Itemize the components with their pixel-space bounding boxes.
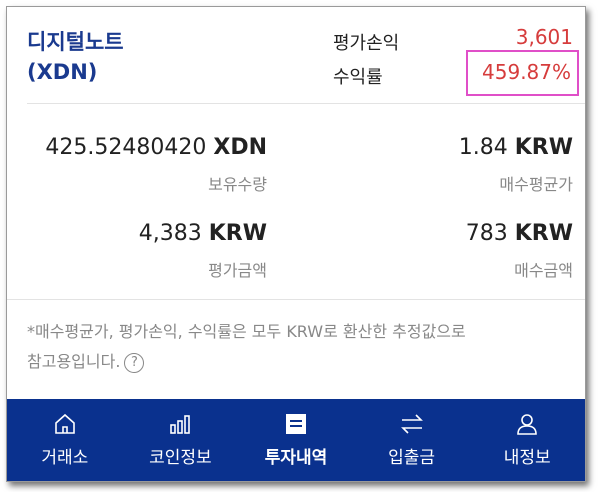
nav-item-investments[interactable]: 투자내역 <box>238 399 354 481</box>
buy-amount-amount: 783 <box>465 221 508 246</box>
nav-label-exchange: 거래소 <box>41 448 89 468</box>
divider-bottom <box>7 299 585 300</box>
eval-amount-amount: 4,383 <box>138 221 202 246</box>
nav-item-coin-info[interactable]: 코인정보 <box>123 399 239 481</box>
avg-price-label: 매수평균가 <box>499 175 573 194</box>
holdings-value: 425.52480420 XDN <box>45 135 267 160</box>
buy-amount-value: 783 KRW <box>466 221 573 246</box>
investment-detail-screen: 디지털노트 (XDN) 평가손익 3,601 수익률 459.87% 425.5… <box>6 6 586 482</box>
eval-amount-label: 평가금액 <box>208 261 267 280</box>
disclaimer-text: 참고용입니다. <box>27 352 121 371</box>
user-icon <box>515 411 539 437</box>
coin-title: 디지털노트 (XDN) <box>27 27 124 87</box>
bottom-nav: 거래소 코인정보 투자내역 입출금 내정보 <box>7 399 585 481</box>
disclaimer-line2: 참고용입니다.? <box>27 347 567 377</box>
nav-item-my-info[interactable]: 내정보 <box>469 399 585 481</box>
document-icon <box>284 411 308 437</box>
bar-chart-icon <box>168 411 192 437</box>
profit-value: 3,601 <box>515 25 573 49</box>
nav-item-exchange[interactable]: 거래소 <box>7 399 123 481</box>
buy-amount-unit: KRW <box>514 221 573 246</box>
holdings-amount: 425.52480420 <box>45 135 207 160</box>
nav-label-coin-info: 코인정보 <box>149 448 212 468</box>
disclaimer-note: *매수평균가, 평가손익, 수익률은 모두 KRW로 환산한 추정값으로 참고용… <box>27 317 567 377</box>
eval-amount-value: 4,383 KRW <box>139 221 267 246</box>
avg-price-unit: KRW <box>514 135 573 160</box>
eval-amount-unit: KRW <box>208 221 267 246</box>
buy-amount-label: 매수금액 <box>514 261 573 280</box>
avg-price-value: 1.84 KRW <box>459 135 573 160</box>
coin-symbol: (XDN) <box>27 60 98 84</box>
nav-label-investments: 투자내역 <box>264 448 328 468</box>
rate-highlight-box <box>466 50 579 96</box>
home-icon <box>53 411 77 437</box>
profit-label: 평가손익 <box>333 33 400 54</box>
transfer-icon <box>399 411 425 437</box>
holdings-label: 보유수량 <box>208 175 267 194</box>
nav-label-my-info: 내정보 <box>503 448 551 468</box>
disclaimer-line1: *매수평균가, 평가손익, 수익률은 모두 KRW로 환산한 추정값으로 <box>27 322 466 341</box>
help-icon[interactable]: ? <box>124 352 145 373</box>
coin-name-kr: 디지털노트 <box>27 30 124 54</box>
avg-price-amount: 1.84 <box>458 135 508 160</box>
nav-item-deposit-withdraw[interactable]: 입출금 <box>354 399 470 481</box>
divider-top <box>27 103 585 104</box>
rate-label: 수익률 <box>333 67 383 88</box>
nav-label-deposit-withdraw: 입출금 <box>388 448 436 468</box>
holdings-unit: XDN <box>213 135 267 160</box>
